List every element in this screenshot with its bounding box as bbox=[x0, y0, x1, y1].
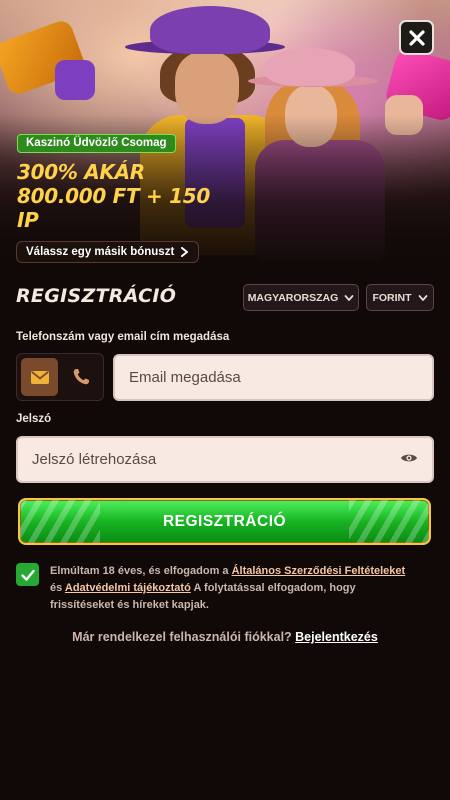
login-prompt: Már rendelkezel felhasználói fiókkal? Be… bbox=[0, 630, 450, 644]
page-title: REGISZTRÁCIÓ bbox=[16, 285, 177, 307]
chevron-down-icon bbox=[344, 294, 354, 301]
chevron-right-icon bbox=[181, 247, 189, 257]
chevron-down-icon bbox=[418, 294, 427, 301]
currency-select[interactable]: FORINT bbox=[366, 284, 434, 311]
register-button[interactable]: REGISZTRÁCIÓ bbox=[18, 498, 431, 545]
terms-text-part-2: és bbox=[50, 582, 65, 594]
close-button[interactable] bbox=[399, 20, 434, 55]
button-decoration-right bbox=[349, 500, 429, 543]
password-input-placeholder: Jelszó létrehozása bbox=[32, 451, 157, 468]
promo-line-1: 300% AKÁR bbox=[17, 160, 145, 184]
terms-text: Elmúltam 18 éves, és elfogadom a Általán… bbox=[50, 563, 420, 614]
email-input-placeholder: Email megadása bbox=[129, 369, 241, 386]
privacy-policy-link[interactable]: Adatvédelmi tájékoztató bbox=[65, 582, 191, 594]
terms-text-part-1: Elmúltam 18 éves, és elfogadom a bbox=[50, 565, 232, 577]
email-method-button[interactable] bbox=[21, 358, 58, 396]
promo-line-3: IP bbox=[17, 208, 39, 232]
login-prompt-text: Már rendelkezel felhasználói fiókkal? bbox=[72, 630, 296, 644]
promo-headline: 300% AKÁR 800.000 FT + 150 IP bbox=[17, 160, 217, 232]
choose-other-bonus-label: Válassz egy másik bónuszt bbox=[26, 246, 175, 258]
close-icon bbox=[408, 29, 425, 46]
cowgirl-face-illustration bbox=[285, 85, 337, 147]
cowgirl-body-illustration bbox=[255, 140, 385, 260]
phone-icon bbox=[73, 369, 89, 385]
envelope-icon bbox=[30, 371, 49, 384]
cowboy-face-illustration bbox=[175, 52, 239, 124]
button-decoration-left bbox=[20, 500, 100, 543]
password-visibility-toggle[interactable] bbox=[400, 449, 418, 471]
country-select[interactable]: MAGYARORSZAG bbox=[243, 284, 359, 311]
password-input[interactable]: Jelszó létrehozása bbox=[16, 436, 434, 483]
cowboy-hand-illustration bbox=[55, 60, 95, 100]
terms-conditions-link[interactable]: Általános Szerződési Feltételeket bbox=[232, 565, 406, 577]
checkmark-icon bbox=[20, 569, 35, 581]
terms-checkbox[interactable] bbox=[16, 563, 39, 586]
cowgirl-hat-illustration bbox=[265, 48, 355, 86]
cowgirl-hand-illustration bbox=[385, 95, 423, 135]
promo-line-2: 800.000 FT + 150 bbox=[17, 184, 210, 208]
phone-method-button[interactable] bbox=[62, 358, 99, 396]
email-input[interactable]: Email megadása bbox=[113, 354, 434, 401]
login-link[interactable]: Bejelentkezés bbox=[295, 630, 378, 644]
registration-page: Kaszinó Üdvözlő Csomag 300% AKÁR 800.000… bbox=[0, 0, 450, 800]
country-select-value: MAGYARORSZAG bbox=[247, 291, 339, 304]
welcome-package-badge: Kaszinó Üdvözlő Csomag bbox=[17, 134, 176, 153]
eye-icon bbox=[401, 454, 417, 461]
contact-method-toggle bbox=[16, 353, 104, 401]
password-field-label: Jelszó bbox=[16, 413, 52, 425]
register-button-label: REGISZTRÁCIÓ bbox=[162, 512, 287, 530]
contact-field-label: Telefonszám vagy email cím megadása bbox=[16, 331, 230, 343]
currency-select-value: FORINT bbox=[372, 291, 412, 304]
choose-other-bonus-button[interactable]: Válassz egy másik bónuszt bbox=[16, 241, 200, 263]
cowboy-hat-illustration bbox=[150, 6, 270, 54]
